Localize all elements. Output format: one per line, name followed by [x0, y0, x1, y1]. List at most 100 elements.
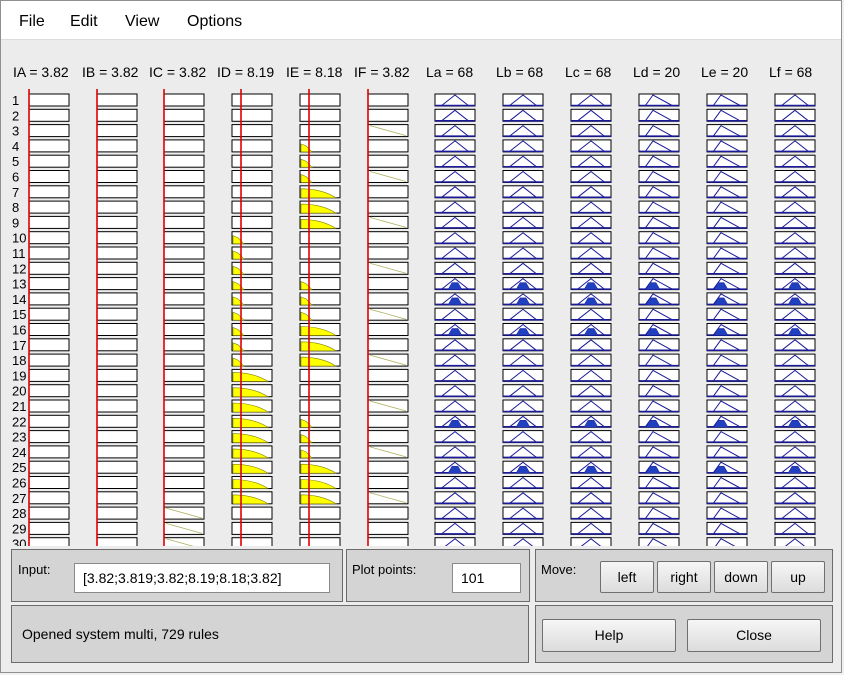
input-mf-cell[interactable]	[28, 154, 70, 168]
output-mf-cell[interactable]	[502, 185, 544, 199]
output-mf-cell[interactable]	[638, 460, 680, 474]
input-mf-cell[interactable]	[28, 124, 70, 138]
output-mf-cell[interactable]	[774, 338, 816, 352]
output-mf-cell[interactable]	[774, 353, 816, 367]
output-mf-cell[interactable]	[638, 445, 680, 459]
input-mf-cell[interactable]	[299, 185, 341, 199]
input-mf-cell[interactable]	[28, 506, 70, 520]
input-mf-cell[interactable]	[299, 506, 341, 520]
input-mf-cell[interactable]	[299, 139, 341, 153]
output-mf-cell[interactable]	[502, 384, 544, 398]
input-mf-cell[interactable]	[96, 399, 138, 413]
output-mf-cell[interactable]	[774, 261, 816, 275]
output-mf-cell[interactable]	[774, 521, 816, 535]
input-mf-cell[interactable]	[299, 277, 341, 291]
plot-points-field[interactable]: 101	[452, 563, 521, 593]
input-mf-cell[interactable]	[163, 414, 205, 428]
output-mf-cell[interactable]	[502, 506, 544, 520]
input-mf-cell[interactable]	[367, 521, 409, 535]
input-mf-cell[interactable]	[163, 521, 205, 535]
output-mf-cell[interactable]	[706, 93, 748, 107]
output-mf-cell[interactable]	[434, 93, 476, 107]
input-mf-cell[interactable]	[231, 445, 273, 459]
input-mf-cell[interactable]	[28, 323, 70, 336]
input-mf-cell[interactable]	[367, 399, 409, 413]
output-mf-cell[interactable]	[502, 154, 544, 168]
input-mf-cell[interactable]	[163, 231, 205, 245]
output-mf-cell[interactable]	[638, 307, 680, 321]
output-mf-cell[interactable]	[638, 384, 680, 398]
input-mf-cell[interactable]	[299, 414, 341, 428]
input-mf-cell[interactable]	[28, 414, 70, 428]
input-mf-cell[interactable]	[299, 231, 341, 245]
input-mf-cell[interactable]	[299, 521, 341, 535]
output-mf-cell[interactable]	[434, 521, 476, 535]
input-mf-cell[interactable]	[299, 215, 341, 229]
input-mf-cell[interactable]	[96, 537, 138, 546]
output-mf-cell[interactable]	[774, 93, 816, 107]
input-mf-cell[interactable]	[367, 185, 409, 199]
output-mf-cell[interactable]	[638, 368, 680, 382]
output-mf-cell[interactable]	[706, 200, 748, 214]
input-mf-cell[interactable]	[231, 338, 273, 352]
input-mf-cell[interactable]	[231, 170, 273, 183]
output-mf-cell[interactable]	[570, 231, 612, 245]
input-mf-cell[interactable]	[96, 384, 138, 398]
input-mf-cell[interactable]	[367, 368, 409, 382]
output-mf-cell[interactable]	[774, 506, 816, 520]
output-mf-cell[interactable]	[638, 277, 680, 291]
output-mf-cell[interactable]	[434, 124, 476, 138]
output-mf-cell[interactable]	[502, 491, 544, 505]
output-mf-cell[interactable]	[706, 414, 748, 428]
input-mf-cell[interactable]	[163, 491, 205, 505]
input-mf-cell[interactable]	[163, 506, 205, 520]
input-mf-cell[interactable]	[231, 521, 273, 535]
output-mf-cell[interactable]	[706, 323, 748, 336]
output-mf-cell[interactable]	[638, 139, 680, 153]
input-mf-cell[interactable]	[96, 338, 138, 352]
output-mf-cell[interactable]	[774, 108, 816, 122]
input-mf-cell[interactable]	[367, 124, 409, 138]
output-mf-cell[interactable]	[706, 139, 748, 153]
output-mf-cell[interactable]	[570, 537, 612, 546]
input-mf-cell[interactable]	[367, 261, 409, 275]
input-mf-cell[interactable]	[367, 277, 409, 291]
output-mf-cell[interactable]	[434, 292, 476, 306]
output-mf-cell[interactable]	[434, 430, 476, 444]
input-mf-cell[interactable]	[96, 139, 138, 153]
input-mf-cell[interactable]	[231, 460, 273, 474]
output-mf-cell[interactable]	[638, 506, 680, 520]
input-mf-cell[interactable]	[231, 353, 273, 367]
input-mf-cell[interactable]	[299, 399, 341, 413]
input-mf-cell[interactable]	[28, 261, 70, 275]
input-mf-cell[interactable]	[28, 460, 70, 474]
input-mf-cell[interactable]	[28, 246, 70, 260]
input-mf-cell[interactable]	[163, 200, 205, 214]
output-mf-cell[interactable]	[774, 384, 816, 398]
input-mf-cell[interactable]	[231, 139, 273, 153]
output-mf-cell[interactable]	[502, 108, 544, 122]
output-mf-cell[interactable]	[434, 368, 476, 382]
output-mf-cell[interactable]	[638, 124, 680, 138]
input-mf-cell[interactable]	[231, 292, 273, 306]
input-mf-cell[interactable]	[231, 154, 273, 168]
input-mf-cell[interactable]	[367, 170, 409, 183]
output-mf-cell[interactable]	[434, 506, 476, 520]
input-mf-cell[interactable]	[96, 368, 138, 382]
output-mf-cell[interactable]	[638, 537, 680, 546]
output-mf-cell[interactable]	[502, 460, 544, 474]
input-mf-cell[interactable]	[163, 185, 205, 199]
input-mf-cell[interactable]	[96, 231, 138, 245]
input-mf-cell[interactable]	[28, 338, 70, 352]
output-mf-cell[interactable]	[502, 323, 544, 336]
input-mf-cell[interactable]	[28, 170, 70, 183]
input-mf-cell[interactable]	[367, 476, 409, 489]
input-mf-cell[interactable]	[367, 506, 409, 520]
output-mf-cell[interactable]	[502, 292, 544, 306]
output-mf-cell[interactable]	[434, 338, 476, 352]
input-mf-cell[interactable]	[299, 491, 341, 505]
input-mf-cell[interactable]	[96, 445, 138, 459]
input-mf-cell[interactable]	[163, 368, 205, 382]
input-mf-cell[interactable]	[231, 124, 273, 138]
input-mf-cell[interactable]	[299, 261, 341, 275]
